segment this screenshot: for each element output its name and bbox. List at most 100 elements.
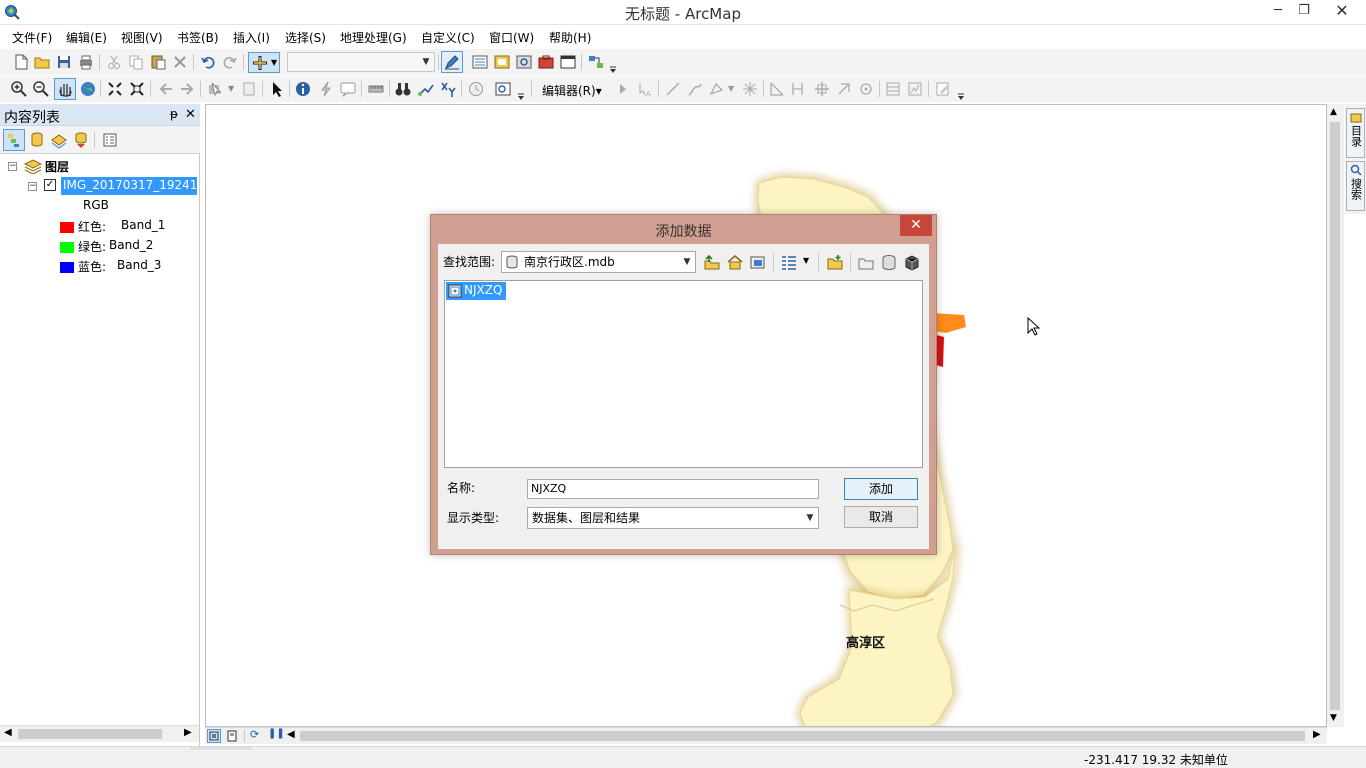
add-data-button[interactable]: ▼ xyxy=(248,52,280,73)
fixed-zoom-out-icon[interactable] xyxy=(128,80,146,98)
chevron-down-icon[interactable]: ▼ xyxy=(803,256,809,265)
layout-view-icon[interactable] xyxy=(226,730,238,742)
copy-icon[interactable] xyxy=(127,53,145,71)
show-type-combobox[interactable]: 数据集、图层和结果 ▼ xyxy=(527,507,819,529)
model-builder-icon[interactable] xyxy=(587,53,605,71)
chevron-down-icon[interactable]: ▼ xyxy=(728,84,734,93)
dialog-close-button[interactable]: ✕ xyxy=(900,215,932,236)
menu-select[interactable]: 选择(S) xyxy=(285,29,326,46)
menu-bookmarks[interactable]: 书签(B) xyxy=(177,29,219,46)
scroll-right-icon[interactable]: ▶ xyxy=(1313,729,1321,740)
list-by-selection-icon[interactable] xyxy=(72,131,90,149)
new-document-icon[interactable] xyxy=(12,53,30,71)
toolbar-overflow-icon[interactable] xyxy=(517,80,525,102)
up-one-level-icon[interactable] xyxy=(703,253,721,271)
look-in-combobox[interactable]: 南京行政区.mdb ▼ xyxy=(501,251,696,273)
scroll-up-icon[interactable]: ▲ xyxy=(1330,107,1337,117)
menu-geoprocessing[interactable]: 地理处理(G) xyxy=(340,29,407,46)
measure-icon[interactable] xyxy=(367,80,385,98)
back-arrow-icon[interactable] xyxy=(157,80,175,98)
pause-drawing-icon[interactable]: ❚❚ xyxy=(268,728,285,739)
zoom-out-icon[interactable] xyxy=(32,80,50,98)
edit-annotation-icon[interactable]: A xyxy=(636,80,654,98)
edit-tool-arrow-icon[interactable] xyxy=(614,80,632,98)
paste-icon[interactable] xyxy=(149,53,167,71)
catalog-folder-icon[interactable] xyxy=(749,253,767,271)
file-list[interactable]: NJXZQ xyxy=(444,280,923,468)
sketch-properties-icon[interactable] xyxy=(857,80,875,98)
collapse-layers-toggle[interactable]: − xyxy=(8,162,17,171)
scroll-left-icon[interactable]: ◀ xyxy=(4,727,12,738)
edit-vertices-icon[interactable] xyxy=(741,80,759,98)
new-database-icon[interactable] xyxy=(880,253,898,271)
python-window-icon[interactable] xyxy=(559,53,577,71)
menu-windows[interactable]: 窗口(W) xyxy=(489,29,534,46)
collapse-layer-toggle[interactable]: − xyxy=(28,182,37,191)
toolbar-overflow-icon[interactable] xyxy=(609,53,617,75)
map-hscroll-thumb[interactable] xyxy=(300,731,1305,741)
list-by-visibility-icon[interactable] xyxy=(50,131,68,149)
menu-file[interactable]: 文件(F) xyxy=(12,29,52,46)
create-features-icon[interactable] xyxy=(934,80,952,98)
layer-name-selected[interactable]: IMG_20170317_192418 xyxy=(61,177,197,195)
cut-polygons-icon[interactable] xyxy=(790,80,808,98)
close-panel-icon[interactable]: ✕ xyxy=(185,107,196,122)
clear-selection-icon[interactable] xyxy=(240,80,258,98)
catalog-window-icon[interactable] xyxy=(493,53,511,71)
list-by-drawing-order-button[interactable] xyxy=(3,129,25,151)
save-icon[interactable] xyxy=(55,53,73,71)
scroll-left-icon[interactable]: ◀ xyxy=(287,729,295,740)
fixed-zoom-in-icon[interactable] xyxy=(106,80,124,98)
menu-view[interactable]: 视图(V) xyxy=(121,29,163,46)
forward-arrow-icon[interactable] xyxy=(178,80,196,98)
layer-visibility-checkbox[interactable]: ✓ xyxy=(44,179,56,191)
chevron-down-icon[interactable]: ▼ xyxy=(228,84,234,93)
new-folder-icon[interactable] xyxy=(857,253,875,271)
file-item-selected[interactable]: NJXZQ xyxy=(446,282,506,300)
editor-menu[interactable]: 编辑器(R)▾ xyxy=(542,82,602,99)
scroll-right-icon[interactable]: ▶ xyxy=(184,727,192,738)
html-popup-icon[interactable] xyxy=(339,80,357,98)
time-slider-icon[interactable] xyxy=(467,80,485,98)
connect-to-folder-icon[interactable] xyxy=(826,253,844,271)
zoom-in-icon[interactable] xyxy=(10,80,28,98)
pin-icon[interactable]: ᵽ xyxy=(170,107,178,121)
print-icon[interactable] xyxy=(77,53,95,71)
toc-horizontal-scrollbar[interactable]: ◀ ▶ xyxy=(0,725,199,742)
point-tool-icon[interactable] xyxy=(708,80,726,98)
refresh-icon[interactable]: ⟳ xyxy=(250,728,259,741)
straight-segment-icon[interactable] xyxy=(664,80,682,98)
data-view-button[interactable] xyxy=(207,729,221,743)
options-icon[interactable] xyxy=(101,131,119,149)
find-binoculars-icon[interactable] xyxy=(394,80,412,98)
layers-root-label[interactable]: 图层 xyxy=(45,158,69,175)
redo-icon[interactable] xyxy=(221,53,239,71)
menu-help[interactable]: 帮助(H) xyxy=(549,29,591,46)
table-of-contents-icon[interactable] xyxy=(471,53,489,71)
undo-icon[interactable] xyxy=(199,53,217,71)
map-vertical-scrollbar[interactable]: ▲ ▼ xyxy=(1327,104,1344,727)
trace-icon[interactable] xyxy=(686,80,704,98)
pan-button[interactable] xyxy=(54,78,76,100)
toolbox-icon[interactable] xyxy=(903,253,921,271)
search-dock-tab[interactable]: 搜索 xyxy=(1346,161,1365,211)
menu-customize[interactable]: 自定义(C) xyxy=(421,29,475,46)
open-folder-icon[interactable] xyxy=(33,53,51,71)
minimize-button[interactable]: ─ xyxy=(1264,0,1292,22)
map-vscroll-thumb[interactable] xyxy=(1330,122,1340,710)
identify-icon[interactable] xyxy=(294,80,312,98)
full-extent-globe-icon[interactable] xyxy=(79,80,97,98)
find-route-icon[interactable] xyxy=(417,80,435,98)
split-tool-icon[interactable] xyxy=(813,80,831,98)
restore-button[interactable]: ❐ xyxy=(1290,0,1318,22)
search-window-icon[interactable] xyxy=(515,53,533,71)
add-button[interactable]: 添加 xyxy=(844,478,918,500)
sketch-properties-window-icon[interactable] xyxy=(906,80,924,98)
reshape-feature-icon[interactable] xyxy=(768,80,786,98)
delete-icon[interactable] xyxy=(171,53,189,71)
go-to-xy-icon[interactable] xyxy=(439,80,457,98)
cut-icon[interactable] xyxy=(105,53,123,71)
name-input[interactable]: NJXZQ xyxy=(527,479,819,499)
scroll-down-icon[interactable]: ▼ xyxy=(1330,713,1337,723)
attributes-icon[interactable] xyxy=(884,80,902,98)
